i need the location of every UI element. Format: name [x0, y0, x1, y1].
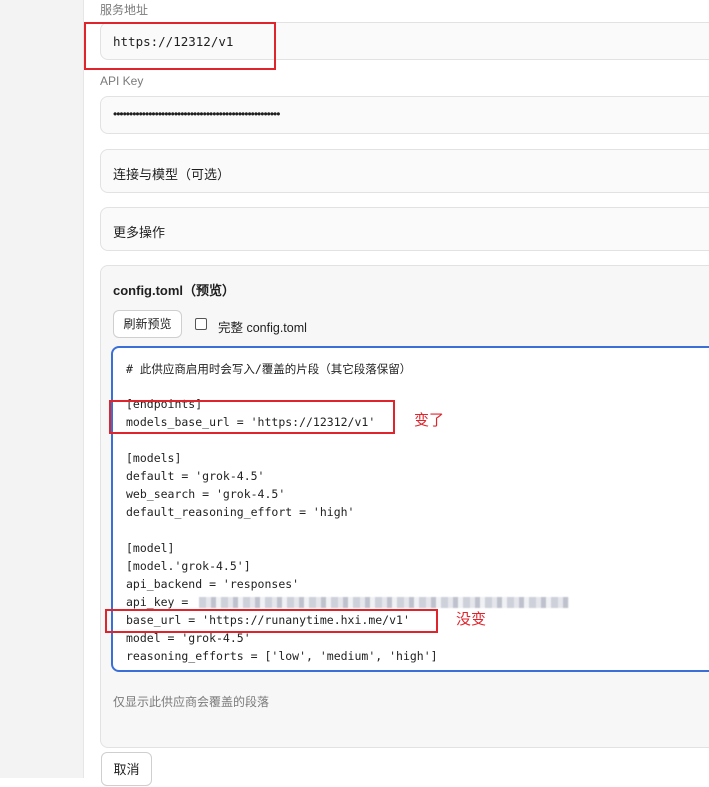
refresh-preview-button[interactable]: 刷新预览 — [113, 310, 182, 338]
code-line: api_backend = 'responses' — [126, 577, 300, 591]
code-line: default_reasoning_effort = 'high' — [126, 505, 355, 519]
service-url-label: 服务地址 — [100, 3, 149, 17]
code-line: base_url = 'https://runanytime.hxi.me/v1… — [126, 613, 410, 627]
code-line: [model] — [126, 541, 175, 555]
code-line: default = 'grok-4.5' — [126, 469, 265, 483]
full-config-checkbox[interactable] — [195, 318, 207, 330]
service-url-field[interactable]: https://12312/v1 — [100, 22, 709, 60]
code-line: model = 'grok-4.5' — [126, 631, 251, 645]
redacted-api-key — [199, 597, 569, 608]
left-gutter — [0, 0, 84, 778]
section-connection-model-label: 连接与模型（可选） — [113, 167, 231, 182]
code-line: models_base_url = 'https://12312/v1' — [126, 415, 376, 429]
api-key-label: API Key — [100, 74, 144, 88]
api-key-value: ••••••••••••••••••••••••••••••••••••••••… — [113, 107, 280, 121]
code-line: web_search = 'grok-4.5' — [126, 487, 286, 501]
annotation-unchanged: 没变 — [456, 611, 487, 628]
config-code-editor[interactable]: # 此供应商启用时会写入/覆盖的片段（其它段落保留） [endpoints] m… — [111, 346, 709, 672]
code-line: [models] — [126, 451, 182, 465]
section-more-actions-label: 更多操作 — [113, 225, 166, 240]
api-key-field[interactable]: ••••••••••••••••••••••••••••••••••••••••… — [100, 96, 709, 134]
annotation-changed: 变了 — [414, 412, 445, 429]
full-config-checkbox-label[interactable]: 完整 config.toml — [218, 317, 307, 336]
section-more-actions[interactable]: 更多操作 — [100, 207, 709, 251]
code-line: api_key = — [126, 595, 196, 609]
section-connection-model[interactable]: 连接与模型（可选） — [100, 149, 709, 193]
code-line: [model.'grok-4.5'] — [126, 559, 251, 573]
code-line: reasoning_efforts = ['low', 'medium', 'h… — [126, 649, 438, 663]
config-preview-hint: 仅显示此供应商会覆盖的段落 — [113, 695, 270, 709]
config-preview-title: config.toml（预览） — [113, 283, 236, 298]
code-line: [endpoints] — [126, 397, 203, 411]
service-url-value: https://12312/v1 — [113, 34, 234, 49]
code-line: # 此供应商启用时会写入/覆盖的片段（其它段落保留） — [126, 362, 412, 376]
cancel-button[interactable]: 取消 — [101, 752, 152, 786]
